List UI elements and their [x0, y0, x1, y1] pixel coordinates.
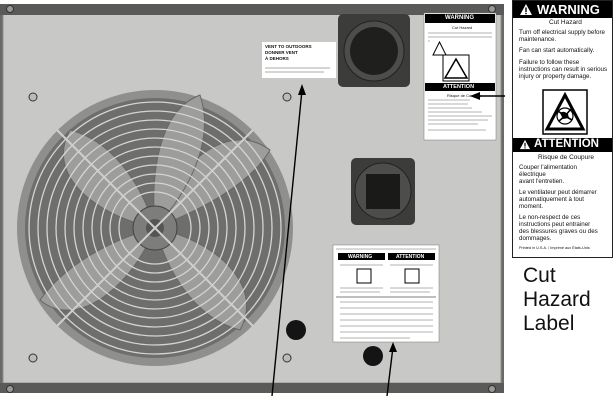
warning-subtitle: Cut Hazard: [549, 19, 582, 26]
cut-hazard-pictogram-icon: [542, 89, 588, 135]
fr-line-7: Le non-respect de ces: [519, 214, 581, 221]
screw-tl: [6, 5, 14, 13]
lower-label-warning: WARNING: [348, 253, 373, 260]
screw-tr: [488, 5, 496, 13]
en-line-1: Turn off electrical supply before: [519, 29, 605, 36]
lower-duct-square: [366, 174, 400, 209]
bottom-rail: [0, 383, 504, 393]
vent-label-line3: À DEHORS: [265, 56, 289, 61]
unit-drawing: [0, 4, 505, 396]
attention-subtitle: Risque de Coupure: [538, 154, 595, 161]
en-line-2: maintenance.: [519, 36, 557, 43]
vent-label-line1: VENT TO OUTDOORS: [265, 44, 312, 49]
en-line-5: instructions can result in serious: [519, 66, 608, 73]
fr-line-8: instructions peut entrainer: [519, 221, 591, 228]
product-photo: VENT TO OUTDOORS DONNER VENT À DEHORS WA…: [0, 0, 613, 396]
upper-label-subtitle: Cut Hazard: [452, 25, 473, 30]
equipment-unit: VENT TO OUTDOORS DONNER VENT À DEHORS WA…: [0, 0, 506, 396]
screw-br: [488, 385, 496, 393]
fr-line-6: moment.: [519, 203, 544, 210]
label-footer: Printed in U.S.A. / Imprimé aux États-Un…: [519, 246, 590, 250]
caption-line-1: Cut: [523, 264, 556, 287]
warning-title: WARNING: [537, 2, 600, 17]
upper-label-fr-subtitle: Risque de Coupure: [447, 93, 482, 98]
en-line-3: Fan can start automatically.: [519, 47, 595, 54]
fr-line-2: électrique: [519, 171, 546, 178]
attention-title: ATTENTION: [534, 138, 599, 150]
en-line-6: injury or property damage.: [519, 73, 592, 80]
vent-label-line2: DONNER VENT: [265, 50, 298, 55]
fr-line-1: Couper l'alimentation: [519, 164, 577, 171]
caption-line-3: Label: [523, 312, 575, 335]
lower-label-attention: ATTENTION: [396, 253, 425, 260]
caption-line-2: Hazard: [523, 288, 591, 311]
en-line-4: Failure to follow these: [519, 59, 580, 66]
upper-duct-opening: [350, 27, 398, 75]
fr-line-5: automatiquement à tout: [519, 196, 585, 203]
screw-bl: [6, 385, 14, 393]
warning-label-closeup: WARNING Cut Hazard Turn off electrical s…: [512, 0, 613, 258]
upper-label-warning: WARNING: [445, 15, 474, 21]
attention-triangle-icon: [519, 139, 531, 150]
warning-triangle-icon: [520, 4, 532, 15]
upper-label-attention: ATTENTION: [443, 84, 475, 90]
figure-caption: Cut Hazard Label: [523, 264, 591, 336]
fr-line-9: des blessures graves ou des: [519, 228, 598, 235]
knockout-hole-1: [286, 320, 306, 340]
fr-line-4: Le ventilateur peut démarrer: [519, 189, 597, 196]
fr-line-10: dommages.: [519, 235, 552, 242]
fr-line-3: avant l'entretien.: [519, 178, 565, 185]
knockout-hole-2: [363, 346, 383, 366]
